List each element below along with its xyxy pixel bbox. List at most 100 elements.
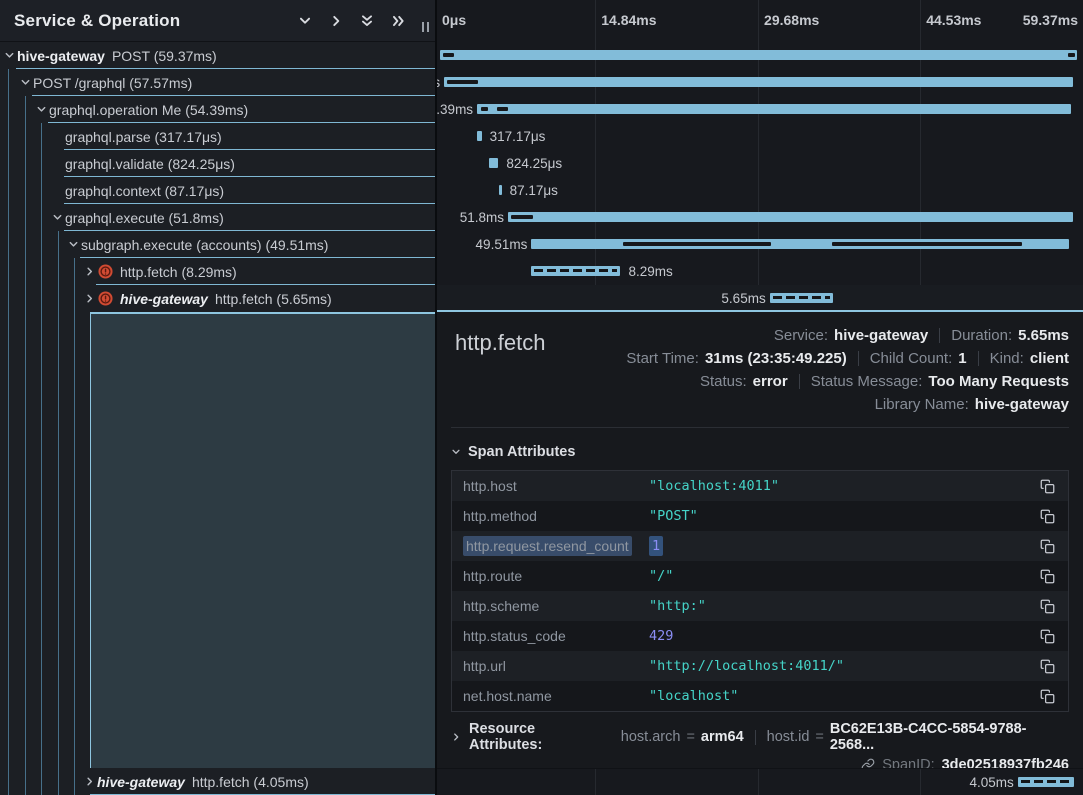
tree-row-graphql-execute[interactable]: graphql.execute (51.8ms)	[0, 204, 435, 231]
tree-row-graphql-validate[interactable]: graphql.validate (824.25μs)	[0, 150, 435, 177]
timeline-row[interactable]: 4.05ms	[437, 769, 1083, 795]
copy-icon[interactable]	[1026, 539, 1068, 554]
duration-label: 57.57ms	[437, 75, 440, 90]
copy-icon[interactable]	[1026, 689, 1068, 704]
chevron-down-icon[interactable]	[4, 50, 17, 61]
equals-sign: =	[815, 729, 823, 745]
attribute-value: "/"	[649, 568, 1026, 584]
attribute-key: net.host.name	[452, 688, 649, 704]
copy-icon[interactable]	[1026, 659, 1068, 674]
attribute-key: http.route	[452, 568, 649, 584]
attribute-value: "http://localhost:4011/"	[649, 658, 1026, 674]
timeline-row[interactable]: 8.29ms	[437, 258, 1083, 285]
chevron-down-icon[interactable]	[52, 212, 65, 223]
timeline-row[interactable]: 49.51ms	[437, 231, 1083, 258]
chevrons-right-icon[interactable]	[391, 14, 405, 28]
timeline-row[interactable]: 317.17μs	[437, 123, 1083, 150]
tree-row-graphql-operation[interactable]: graphql.operation Me (54.39ms)	[0, 96, 435, 123]
timeline-row[interactable]: 51.8ms	[437, 204, 1083, 231]
span-attributes-toggle[interactable]: Span Attributes	[451, 441, 1069, 463]
span-label: graphql.parse (317.17μs)	[65, 129, 222, 145]
span-label: http.fetch (8.29ms)	[120, 264, 237, 280]
chevron-down-icon[interactable]	[20, 77, 33, 88]
status-value: error	[753, 373, 788, 390]
indent-guide	[74, 258, 75, 795]
tree-row-http-fetch-8ms[interactable]: http.fetch (8.29ms)	[0, 258, 435, 285]
tick-label: 44.53ms	[926, 12, 981, 28]
timeline-row[interactable]: 57.57ms	[437, 69, 1083, 96]
chevron-right-icon[interactable]	[84, 266, 97, 277]
timeline-row[interactable]: 824.25μs	[437, 150, 1083, 177]
span-bar[interactable]	[477, 131, 482, 141]
equals-sign: =	[686, 729, 694, 745]
span-bar[interactable]	[508, 212, 1073, 222]
link-icon[interactable]	[861, 758, 875, 768]
tick-label: 14.84ms	[601, 12, 656, 28]
span-bar[interactable]	[531, 266, 620, 276]
tree-row-graphql-parse[interactable]: graphql.parse (317.17μs)	[0, 123, 435, 150]
tree-row-http-fetch-4ms[interactable]: hive-gateway http.fetch (4.05ms)	[0, 768, 435, 795]
span-attributes-title: Span Attributes	[468, 444, 575, 460]
tree-row-subgraph-execute[interactable]: subgraph.execute (accounts) (49.51ms)	[0, 231, 435, 258]
pane-resize-handle[interactable]	[422, 22, 429, 32]
chevron-down-icon[interactable]	[298, 14, 312, 28]
tree-toolbar	[298, 14, 405, 28]
attribute-value: 1	[649, 538, 1026, 554]
attribute-key: http.host	[452, 478, 649, 494]
chevron-right-icon[interactable]	[84, 293, 97, 304]
chevron-right-icon[interactable]	[329, 14, 343, 28]
resource-attributes-toggle[interactable]: Resource Attributes: host.arch = arm64 h…	[451, 725, 1069, 749]
duration-label: 87.17μs	[510, 183, 558, 198]
status-label: Status:	[700, 373, 747, 390]
span-label: POST /graphql (57.57ms)	[33, 75, 192, 91]
tree-row-hive-gateway-post[interactable]: hive-gateway POST (59.37ms)	[0, 42, 435, 69]
service-label: Service:	[774, 327, 828, 344]
span-bar[interactable]	[440, 50, 1077, 60]
attribute-row: net.host.name "localhost"	[452, 681, 1068, 711]
meta-divider	[939, 328, 940, 343]
timeline-row-selected[interactable]: 5.65ms	[437, 285, 1083, 312]
copy-icon[interactable]	[1026, 629, 1068, 644]
copy-icon[interactable]	[1026, 479, 1068, 494]
span-bar[interactable]	[770, 293, 833, 303]
service-name: hive-gateway	[97, 774, 185, 790]
span-bar[interactable]	[444, 77, 1073, 87]
span-label: graphql.validate (824.25μs)	[65, 156, 235, 172]
tree-row-graphql-context[interactable]: graphql.context (87.17μs)	[0, 177, 435, 204]
tree-row-post-graphql[interactable]: POST /graphql (57.57ms)	[0, 69, 435, 96]
indent-guide	[58, 231, 59, 795]
span-label: http.fetch (4.05ms)	[192, 774, 309, 790]
chevron-right-icon[interactable]	[84, 776, 97, 787]
page-title: Service & Operation	[14, 11, 298, 31]
span-bar[interactable]	[1018, 777, 1074, 787]
error-icon	[98, 291, 113, 306]
timeline-row[interactable]: 87.17μs	[437, 177, 1083, 204]
timeline-pane: 0μs 14.84ms 29.68ms 44.53ms 59.37ms 59.3…	[437, 0, 1083, 795]
duration-label: 824.25μs	[506, 156, 562, 171]
attribute-value: "localhost"	[649, 688, 1026, 704]
span-bar[interactable]	[499, 185, 502, 195]
attribute-row: http.status_code 429	[452, 621, 1068, 651]
chevron-down-icon[interactable]	[36, 104, 49, 115]
span-id-value: 3de02518937fb246	[942, 757, 1069, 768]
chevrons-down-icon[interactable]	[360, 14, 374, 28]
timeline-row[interactable]: 54.39ms	[437, 96, 1083, 123]
timeline-row-bottom[interactable]: 4.05ms	[437, 768, 1083, 795]
span-bar[interactable]	[489, 158, 498, 168]
span-bar[interactable]	[477, 104, 1071, 114]
span-label: graphql.operation Me (54.39ms)	[49, 102, 248, 118]
chevron-down-icon[interactable]	[68, 239, 81, 250]
duration-label: 8.29ms	[628, 264, 672, 279]
child-count-label: Child Count:	[870, 350, 953, 367]
library-name-label: Library Name:	[875, 396, 969, 413]
copy-icon[interactable]	[1026, 509, 1068, 524]
span-label: graphql.context (87.17μs)	[65, 183, 224, 199]
timeline-row[interactable]: 59.37ms	[437, 42, 1083, 69]
attribute-value: "http:"	[649, 598, 1026, 614]
copy-icon[interactable]	[1026, 599, 1068, 614]
span-label: http.fetch (5.65ms)	[215, 291, 332, 307]
child-count-value: 1	[958, 350, 966, 367]
copy-icon[interactable]	[1026, 569, 1068, 584]
resource-value: arm64	[701, 729, 744, 745]
tree-row-http-fetch-5ms-selected[interactable]: hive-gateway http.fetch (5.65ms)	[0, 285, 435, 312]
